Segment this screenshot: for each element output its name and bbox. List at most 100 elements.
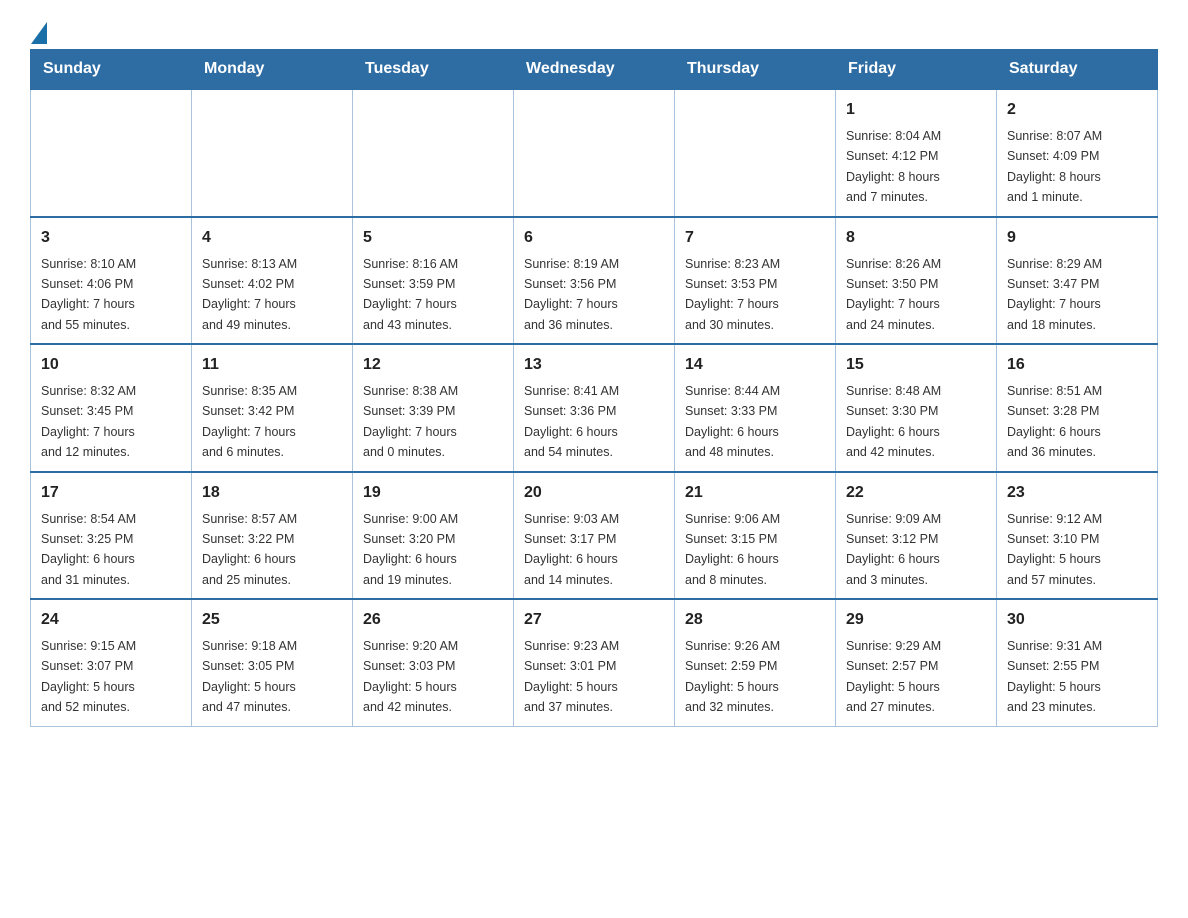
calendar-cell: 21 Sunrise: 9:06 AMSunset: 3:15 PMDayligh… bbox=[675, 472, 836, 600]
day-info: Sunrise: 8:19 AMSunset: 3:56 PMDaylight:… bbox=[524, 257, 619, 332]
calendar-cell: 5Sunrise: 8:16 AMSunset: 3:59 PMDaylight… bbox=[353, 217, 514, 345]
day-number: 25 bbox=[202, 608, 342, 632]
day-number: 21 bbox=[685, 481, 825, 505]
day-info: Sunrise: 8:41 AMSunset: 3:36 PMDaylight:… bbox=[524, 384, 619, 459]
day-info: Sunrise: 9:06 AMSunset: 3:15 PMDaylight:… bbox=[685, 512, 780, 587]
day-number: 24 bbox=[41, 608, 181, 632]
calendar-cell: 16 Sunrise: 8:51 AMSunset: 3:28 PMDayligh… bbox=[997, 344, 1158, 472]
calendar-cell: 2 Sunrise: 8:07 AMSunset: 4:09 PMDaylight… bbox=[997, 89, 1158, 217]
day-number: 19 bbox=[363, 481, 503, 505]
calendar-cell: 23Sunrise: 9:12 AMSunset: 3:10 PMDayligh… bbox=[997, 472, 1158, 600]
day-info: Sunrise: 8:57 AMSunset: 3:22 PMDaylight:… bbox=[202, 512, 297, 587]
day-number: 14 bbox=[685, 353, 825, 377]
day-info: Sunrise: 8:54 AMSunset: 3:25 PMDaylight:… bbox=[41, 512, 136, 587]
day-number: 8 bbox=[846, 226, 986, 250]
calendar-cell: 1 Sunrise: 8:04 AMSunset: 4:12 PMDaylight… bbox=[836, 89, 997, 217]
day-number: 18 bbox=[202, 481, 342, 505]
day-number: 5 bbox=[363, 226, 503, 250]
day-number: 16 bbox=[1007, 353, 1147, 377]
day-info: Sunrise: 8:29 AMSunset: 3:47 PMDaylight:… bbox=[1007, 257, 1102, 332]
day-number: 12 bbox=[363, 353, 503, 377]
calendar-cell bbox=[675, 89, 836, 217]
day-info: Sunrise: 8:35 AMSunset: 3:42 PMDaylight:… bbox=[202, 384, 297, 459]
page-header bbox=[30, 20, 1158, 39]
calendar-week-5: 24 Sunrise: 9:15 AMSunset: 3:07 PMDayligh… bbox=[31, 599, 1158, 726]
calendar-cell: 12 Sunrise: 8:38 AMSunset: 3:39 PMDayligh… bbox=[353, 344, 514, 472]
day-number: 28 bbox=[685, 608, 825, 632]
weekday-header-monday: Monday bbox=[192, 50, 353, 90]
calendar-cell: 28Sunrise: 9:26 AMSunset: 2:59 PMDayligh… bbox=[675, 599, 836, 726]
calendar-cell bbox=[31, 89, 192, 217]
calendar-cell: 26Sunrise: 9:20 AMSunset: 3:03 PMDayligh… bbox=[353, 599, 514, 726]
calendar-cell: 3Sunrise: 8:10 AMSunset: 4:06 PMDaylight… bbox=[31, 217, 192, 345]
day-info: Sunrise: 8:38 AMSunset: 3:39 PMDaylight:… bbox=[363, 384, 458, 459]
day-info: Sunrise: 9:18 AMSunset: 3:05 PMDaylight:… bbox=[202, 639, 297, 714]
day-info: Sunrise: 8:51 AMSunset: 3:28 PMDaylight:… bbox=[1007, 384, 1102, 459]
calendar-cell: 8 Sunrise: 8:26 AMSunset: 3:50 PMDaylight… bbox=[836, 217, 997, 345]
day-number: 2 bbox=[1007, 98, 1147, 122]
day-info: Sunrise: 8:26 AMSunset: 3:50 PMDaylight:… bbox=[846, 257, 941, 332]
day-info: Sunrise: 8:07 AMSunset: 4:09 PMDaylight:… bbox=[1007, 129, 1102, 204]
weekday-header-saturday: Saturday bbox=[997, 50, 1158, 90]
calendar-cell: 17 Sunrise: 8:54 AMSunset: 3:25 PMDayligh… bbox=[31, 472, 192, 600]
calendar-cell: 6 Sunrise: 8:19 AMSunset: 3:56 PMDaylight… bbox=[514, 217, 675, 345]
weekday-header-friday: Friday bbox=[836, 50, 997, 90]
calendar-cell bbox=[192, 89, 353, 217]
day-number: 17 bbox=[41, 481, 181, 505]
calendar-cell bbox=[514, 89, 675, 217]
weekday-header-tuesday: Tuesday bbox=[353, 50, 514, 90]
day-number: 29 bbox=[846, 608, 986, 632]
day-number: 27 bbox=[524, 608, 664, 632]
day-number: 3 bbox=[41, 226, 181, 250]
day-info: Sunrise: 9:23 AMSunset: 3:01 PMDaylight:… bbox=[524, 639, 619, 714]
calendar-week-1: 1 Sunrise: 8:04 AMSunset: 4:12 PMDaylight… bbox=[31, 89, 1158, 217]
calendar-cell: 7 Sunrise: 8:23 AMSunset: 3:53 PMDaylight… bbox=[675, 217, 836, 345]
day-number: 20 bbox=[524, 481, 664, 505]
calendar-cell: 18 Sunrise: 8:57 AMSunset: 3:22 PMDayligh… bbox=[192, 472, 353, 600]
day-info: Sunrise: 8:48 AMSunset: 3:30 PMDaylight:… bbox=[846, 384, 941, 459]
day-number: 4 bbox=[202, 226, 342, 250]
day-info: Sunrise: 8:44 AMSunset: 3:33 PMDaylight:… bbox=[685, 384, 780, 459]
day-number: 11 bbox=[202, 353, 342, 377]
day-info: Sunrise: 8:04 AMSunset: 4:12 PMDaylight:… bbox=[846, 129, 941, 204]
calendar-cell: 30 Sunrise: 9:31 AMSunset: 2:55 PMDayligh… bbox=[997, 599, 1158, 726]
weekday-header-row: SundayMondayTuesdayWednesdayThursdayFrid… bbox=[31, 50, 1158, 90]
day-number: 6 bbox=[524, 226, 664, 250]
day-number: 10 bbox=[41, 353, 181, 377]
calendar-cell: 20 Sunrise: 9:03 AMSunset: 3:17 PMDayligh… bbox=[514, 472, 675, 600]
day-number: 26 bbox=[363, 608, 503, 632]
day-info: Sunrise: 8:32 AMSunset: 3:45 PMDaylight:… bbox=[41, 384, 136, 459]
logo bbox=[30, 20, 47, 39]
day-number: 9 bbox=[1007, 226, 1147, 250]
calendar-cell: 19 Sunrise: 9:00 AMSunset: 3:20 PMDayligh… bbox=[353, 472, 514, 600]
day-info: Sunrise: 9:03 AMSunset: 3:17 PMDaylight:… bbox=[524, 512, 619, 587]
day-info: Sunrise: 9:29 AMSunset: 2:57 PMDaylight:… bbox=[846, 639, 941, 714]
weekday-header-thursday: Thursday bbox=[675, 50, 836, 90]
day-number: 13 bbox=[524, 353, 664, 377]
calendar-cell: 10 Sunrise: 8:32 AMSunset: 3:45 PMDayligh… bbox=[31, 344, 192, 472]
day-info: Sunrise: 9:00 AMSunset: 3:20 PMDaylight:… bbox=[363, 512, 458, 587]
calendar-cell: 24 Sunrise: 9:15 AMSunset: 3:07 PMDayligh… bbox=[31, 599, 192, 726]
day-number: 7 bbox=[685, 226, 825, 250]
calendar-cell: 15 Sunrise: 8:48 AMSunset: 3:30 PMDayligh… bbox=[836, 344, 997, 472]
day-number: 30 bbox=[1007, 608, 1147, 632]
day-number: 1 bbox=[846, 98, 986, 122]
day-info: Sunrise: 9:31 AMSunset: 2:55 PMDaylight:… bbox=[1007, 639, 1102, 714]
calendar-week-4: 17 Sunrise: 8:54 AMSunset: 3:25 PMDayligh… bbox=[31, 472, 1158, 600]
day-info: Sunrise: 8:23 AMSunset: 3:53 PMDaylight:… bbox=[685, 257, 780, 332]
calendar-table: SundayMondayTuesdayWednesdayThursdayFrid… bbox=[30, 49, 1158, 727]
day-number: 15 bbox=[846, 353, 986, 377]
weekday-header-wednesday: Wednesday bbox=[514, 50, 675, 90]
day-number: 22 bbox=[846, 481, 986, 505]
calendar-cell: 9 Sunrise: 8:29 AMSunset: 3:47 PMDaylight… bbox=[997, 217, 1158, 345]
calendar-cell: 25 Sunrise: 9:18 AMSunset: 3:05 PMDayligh… bbox=[192, 599, 353, 726]
calendar-cell bbox=[353, 89, 514, 217]
calendar-cell: 13 Sunrise: 8:41 AMSunset: 3:36 PMDayligh… bbox=[514, 344, 675, 472]
calendar-cell: 22 Sunrise: 9:09 AMSunset: 3:12 PMDayligh… bbox=[836, 472, 997, 600]
calendar-cell: 11 Sunrise: 8:35 AMSunset: 3:42 PMDayligh… bbox=[192, 344, 353, 472]
calendar-cell: 14 Sunrise: 8:44 AMSunset: 3:33 PMDayligh… bbox=[675, 344, 836, 472]
day-info: Sunrise: 9:12 AMSunset: 3:10 PMDaylight:… bbox=[1007, 512, 1102, 587]
day-info: Sunrise: 9:15 AMSunset: 3:07 PMDaylight:… bbox=[41, 639, 136, 714]
day-info: Sunrise: 9:09 AMSunset: 3:12 PMDaylight:… bbox=[846, 512, 941, 587]
weekday-header-sunday: Sunday bbox=[31, 50, 192, 90]
